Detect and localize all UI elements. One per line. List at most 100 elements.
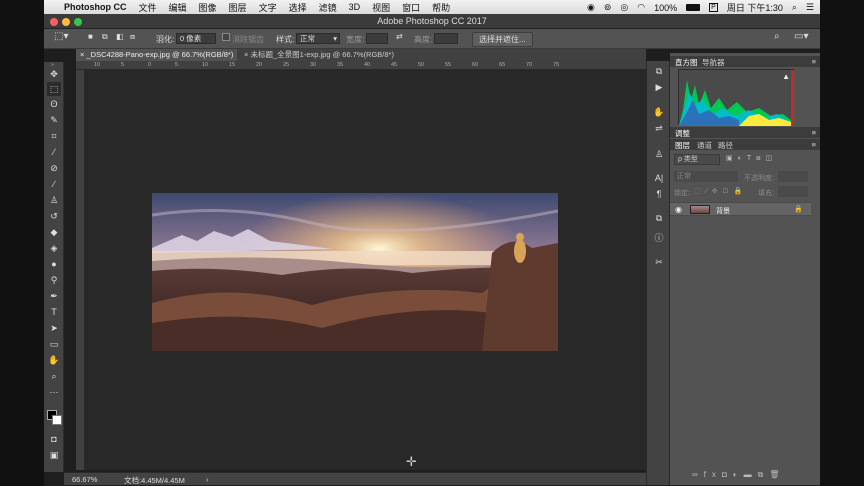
history-brush-tool-icon[interactable]: ↺ (47, 209, 61, 223)
menu-image[interactable]: 图像 (199, 1, 217, 14)
horizontal-ruler[interactable]: 10 5 0 5 10 15 20 25 30 35 40 45 50 55 60 65 70 75 (76, 61, 646, 70)
panel-menu-icon[interactable]: ≡ (812, 57, 816, 66)
tab-adjustments[interactable]: 调整 (675, 128, 690, 139)
more-tools-icon[interactable]: ··· (47, 385, 61, 399)
clock[interactable]: 周日 下午1:30 (727, 1, 783, 14)
subtract-selection-icon[interactable]: ◧ (116, 32, 124, 41)
tab-histogram[interactable]: 直方图 (675, 57, 698, 68)
blend-mode-select[interactable]: 正常 (674, 171, 738, 182)
panorama-image[interactable] (152, 193, 558, 351)
menu-filter[interactable]: 滤镜 (319, 1, 337, 14)
tab-document-2[interactable]: × 未标题_全景图1-exp.jpg @ 66.7%(RGB/8*) (240, 49, 398, 61)
workspace-icon[interactable]: ▭▾ (794, 31, 808, 42)
eyedropper-tool-icon[interactable]: ⁄ (47, 145, 61, 159)
menu-file[interactable]: 文件 (139, 1, 157, 14)
character-icon[interactable]: ✋ (652, 105, 666, 119)
layer-name[interactable]: 背景 (716, 206, 730, 216)
visibility-eye-icon[interactable]: ◉ (675, 205, 682, 214)
character-panel-icon[interactable]: A| (652, 171, 666, 185)
new-layer-icon[interactable]: ⧉ (758, 470, 770, 479)
opacity-input[interactable] (778, 171, 808, 182)
search-icon[interactable]: ⌕ (774, 31, 780, 42)
tab-navigator[interactable]: 导航器 (702, 57, 725, 68)
layer-kind-filter[interactable]: ρ 类型 (674, 154, 720, 165)
panel-menu-icon[interactable]: ≡ (812, 128, 816, 137)
tab-close-icon[interactable]: × (244, 50, 248, 59)
menu-edit[interactable]: 编辑 (169, 1, 187, 14)
record-icon[interactable]: ◉ (587, 2, 595, 13)
marquee-preset-icon[interactable]: ⬚▾ (54, 31, 68, 42)
quick-mask-icon[interactable]: ◘ (47, 432, 61, 446)
swap-icon[interactable]: ⇄ (396, 32, 403, 41)
link-layers-icon[interactable]: ∞ (692, 470, 704, 479)
zoom-window-button[interactable] (74, 18, 82, 26)
select-and-mask-button[interactable]: 选择并遮住... (472, 32, 533, 47)
minimize-window-button[interactable] (62, 18, 70, 26)
brush-tool-icon[interactable]: ∕ (47, 177, 61, 191)
layer-thumbnail[interactable] (690, 205, 710, 214)
antialias-checkbox[interactable] (222, 33, 230, 41)
app-menu[interactable]: Photoshop CC (64, 2, 127, 12)
intersect-selection-icon[interactable]: ⧈ (130, 32, 135, 42)
search-icon[interactable]: ⌕ (792, 2, 797, 13)
healing-brush-tool-icon[interactable]: ⊘ (47, 161, 61, 175)
zoom-level[interactable]: 66.67% (72, 475, 97, 484)
history-panel-icon[interactable]: ⧉ (652, 64, 666, 78)
warning-icon[interactable]: ▲ (782, 72, 790, 81)
zoom-tool-icon[interactable]: ⌕ (47, 369, 61, 383)
tool-presets-icon[interactable]: ✂ (652, 255, 666, 269)
pen-tool-icon[interactable]: ✒ (47, 289, 61, 303)
layer-row-background[interactable]: ◉ 背景 🔒 (670, 202, 811, 216)
style-select[interactable]: 正常 ▾ (296, 33, 340, 44)
menu-view[interactable]: 视图 (372, 1, 390, 14)
width-input[interactable] (366, 33, 388, 44)
shape-tool-icon[interactable]: ▭ (47, 337, 61, 351)
screen-mode-icon[interactable]: ▣ (47, 448, 61, 462)
clone-source-icon[interactable]: ♙ (652, 147, 666, 161)
add-selection-icon[interactable]: ⧉ (102, 32, 108, 42)
vertical-ruler[interactable] (76, 70, 85, 470)
lasso-tool-icon[interactable]: ʘ (47, 97, 61, 111)
menu-help[interactable]: 帮助 (432, 1, 450, 14)
menu-list-icon[interactable]: ☰ (806, 2, 814, 13)
battery-icon[interactable] (686, 4, 701, 11)
paragraph-panel-icon[interactable]: ¶ (652, 187, 666, 201)
info-panel-icon[interactable]: ⓘ (652, 231, 666, 245)
input-method-icon[interactable]: P (709, 3, 718, 12)
libraries-panel-icon[interactable]: ⧉ (652, 211, 666, 225)
actions-panel-icon[interactable]: ▶ (652, 80, 666, 94)
paint-bucket-tool-icon[interactable]: ◈ (47, 241, 61, 255)
tab-close-icon[interactable]: × (80, 50, 84, 59)
menu-3d[interactable]: 3D (349, 2, 361, 12)
background-color-swatch[interactable] (52, 415, 62, 425)
menu-layer[interactable]: 图层 (229, 1, 247, 14)
sync-icon[interactable]: ⊚ (604, 2, 612, 13)
adjustment-layer-icon[interactable]: ◐ (733, 470, 744, 479)
type-tool-icon[interactable]: T (47, 305, 61, 319)
move-tool-icon[interactable]: ✥ (47, 67, 61, 81)
eraser-tool-icon[interactable]: ◆ (47, 225, 61, 239)
quick-select-tool-icon[interactable]: ✎ (47, 113, 61, 127)
dodge-tool-icon[interactable]: ⚲ (47, 273, 61, 287)
feather-input[interactable]: 0 像素 (176, 33, 216, 44)
crop-tool-icon[interactable]: ⌗ (47, 129, 61, 143)
menu-select[interactable]: 选择 (289, 1, 307, 14)
properties-panel-icon[interactable]: ⇌ (652, 121, 666, 135)
hand-tool-icon[interactable]: ✋ (47, 353, 61, 367)
new-group-icon[interactable]: ▬ (744, 470, 758, 479)
eye-icon[interactable]: ◎ (620, 2, 628, 13)
height-input[interactable] (434, 33, 458, 44)
close-window-button[interactable] (50, 18, 58, 26)
new-selection-icon[interactable]: ■ (88, 32, 93, 41)
menu-type[interactable]: 文字 (259, 1, 277, 14)
lock-icons[interactable]: ⬚∕✥⊡🔒 (694, 187, 747, 195)
delete-layer-icon[interactable]: 🗑 (769, 470, 785, 479)
tab-layers[interactable]: 图层 (675, 140, 690, 151)
status-menu-arrow-icon[interactable]: › (206, 475, 209, 484)
tab-channels[interactable]: 通道 (697, 140, 712, 151)
panel-menu-icon[interactable]: ≡ (812, 140, 816, 149)
path-selection-tool-icon[interactable]: ➤ (47, 321, 61, 335)
fx-icon[interactable]: fx (704, 470, 722, 479)
fill-input[interactable] (778, 186, 808, 197)
tab-document-1[interactable]: × _DSC4288-Pano-exp.jpg @ 66.7%(RGB/8*) (76, 49, 238, 61)
